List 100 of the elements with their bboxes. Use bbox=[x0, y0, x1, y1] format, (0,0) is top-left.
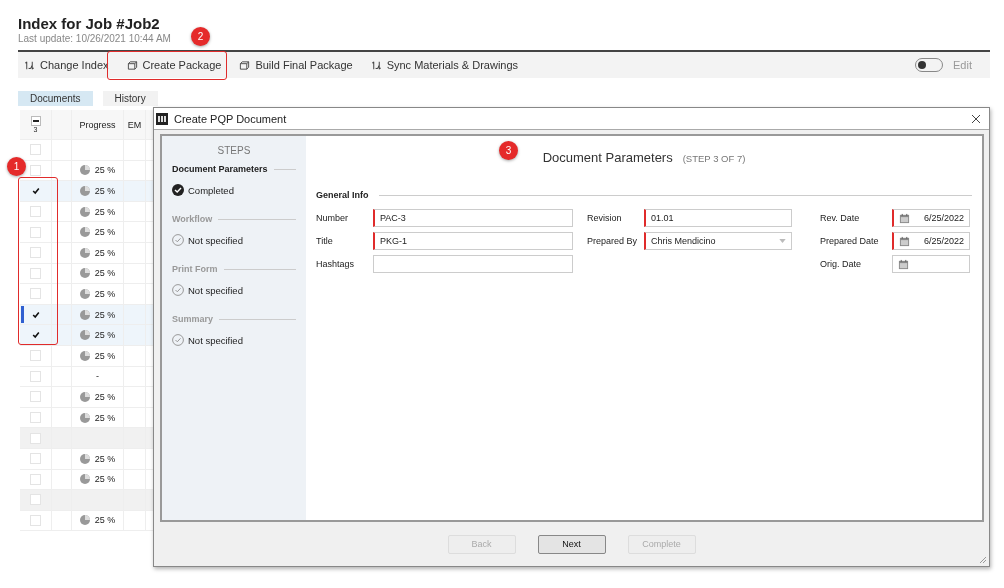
row-checkbox[interactable] bbox=[30, 247, 41, 259]
row-checkbox[interactable] bbox=[30, 309, 41, 321]
row-checkbox[interactable] bbox=[30, 144, 41, 156]
progress-value: 25 % bbox=[94, 391, 116, 402]
calendar-icon bbox=[899, 212, 910, 224]
progress-value: 25 % bbox=[94, 412, 116, 423]
toolbar-button[interactable]: Build Final Package bbox=[233, 54, 359, 76]
page-title: Index for Job #Job2 bbox=[18, 15, 161, 33]
progress-value: 25 % bbox=[94, 268, 116, 279]
step-status: Completed bbox=[188, 184, 234, 196]
field-label: Number bbox=[316, 213, 349, 223]
row-checkbox[interactable] bbox=[30, 515, 41, 526]
box-icon bbox=[126, 59, 138, 71]
row-checkbox[interactable] bbox=[30, 453, 41, 465]
column-header: EM bbox=[127, 119, 142, 130]
sync-icon bbox=[370, 59, 382, 71]
progress-value: 25 % bbox=[94, 288, 116, 299]
dropdown-field[interactable]: Chris Mendicino bbox=[644, 232, 792, 250]
row-checkbox[interactable] bbox=[30, 473, 41, 485]
progress-pie-icon bbox=[79, 515, 90, 526]
progress-pie-icon bbox=[79, 288, 90, 299]
row-checkbox[interactable] bbox=[30, 329, 41, 341]
input-field[interactable]: PAC-3 bbox=[373, 209, 573, 227]
form-heading: Document Parameters bbox=[542, 150, 673, 165]
steps-heading: STEPS bbox=[216, 145, 252, 156]
row-checkbox[interactable] bbox=[30, 432, 41, 444]
step-status: Not specified bbox=[188, 284, 243, 296]
callout-badge: 1 bbox=[7, 157, 26, 176]
column-header: Progress bbox=[79, 119, 116, 130]
progress-pie-icon bbox=[79, 474, 90, 485]
progress-pie-icon bbox=[79, 165, 90, 176]
progress-value: 25 % bbox=[94, 227, 116, 238]
field-label: Rev. Date bbox=[820, 213, 861, 223]
toolbar-button[interactable]: Change Index bbox=[18, 54, 115, 76]
progress-pie-icon bbox=[79, 186, 90, 196]
box-icon bbox=[239, 59, 251, 71]
progress-value: 25 % bbox=[94, 515, 116, 526]
step-counter: (STEP 3 OF 7) bbox=[682, 153, 746, 164]
progress-pie-icon bbox=[79, 412, 90, 423]
progress-value: 25 % bbox=[94, 186, 116, 196]
app-icon bbox=[156, 112, 168, 125]
progress-pie-icon bbox=[79, 268, 90, 279]
row-checkbox[interactable] bbox=[30, 494, 41, 506]
field-label: Prepared By bbox=[587, 236, 639, 246]
progress-value: 25 % bbox=[94, 309, 116, 320]
field-label: Revision bbox=[587, 213, 623, 223]
progress-value: - bbox=[96, 371, 99, 382]
calendar-icon bbox=[899, 235, 910, 247]
progress-pie-icon bbox=[79, 330, 90, 341]
progress-value: 25 % bbox=[94, 247, 116, 258]
progress-value: 25 % bbox=[94, 350, 116, 361]
input-field[interactable] bbox=[373, 255, 573, 273]
last-update-text: Last update: 10/26/2021 10:44 AM bbox=[18, 33, 171, 44]
row-checkbox[interactable] bbox=[30, 412, 41, 423]
toolbar-button[interactable]: Sync Materials & Drawings bbox=[364, 54, 525, 76]
progress-pie-icon bbox=[79, 227, 90, 238]
progress-value: 25 % bbox=[94, 453, 116, 464]
progress-value: 25 % bbox=[94, 165, 116, 176]
footer-button[interactable]: Next bbox=[537, 534, 606, 554]
dialog-title: Create PQP Document bbox=[174, 112, 287, 125]
callout-badge: 2 bbox=[191, 27, 210, 46]
input-field[interactable]: 01.01 bbox=[644, 209, 792, 227]
resize-grip-icon[interactable] bbox=[977, 554, 987, 564]
date-field[interactable] bbox=[892, 255, 970, 273]
sync-icon bbox=[24, 59, 35, 71]
progress-pie-icon bbox=[79, 206, 90, 217]
section-title: General Info bbox=[316, 190, 369, 200]
step-name[interactable]: Document Parameters bbox=[172, 164, 268, 174]
progress-pie-icon bbox=[79, 453, 90, 464]
edit-label: Edit bbox=[953, 59, 972, 71]
progress-value: 25 % bbox=[94, 330, 116, 341]
tab[interactable]: Documents bbox=[18, 91, 93, 106]
progress-pie-icon bbox=[79, 309, 90, 320]
close-icon[interactable] bbox=[971, 113, 981, 124]
progress-value: 25 % bbox=[94, 474, 116, 485]
row-checkbox[interactable] bbox=[30, 370, 41, 382]
field-label: Hashtags bbox=[316, 259, 356, 269]
tab[interactable]: History bbox=[102, 91, 158, 106]
row-checkbox[interactable] bbox=[30, 391, 41, 403]
input-field[interactable]: PKG-1 bbox=[373, 232, 573, 250]
progress-pie-icon bbox=[79, 247, 90, 258]
toolbar-button[interactable]: Create Package bbox=[120, 54, 228, 76]
date-field[interactable]: 6/25/2022 bbox=[892, 209, 970, 227]
row-checkbox[interactable] bbox=[30, 164, 41, 176]
step-status: Not specified bbox=[188, 334, 243, 346]
row-checkbox[interactable] bbox=[30, 267, 41, 279]
field-label: Orig. Date bbox=[820, 259, 862, 269]
progress-value: 25 % bbox=[94, 206, 116, 217]
row-checkbox[interactable] bbox=[30, 206, 41, 218]
row-checkbox[interactable] bbox=[30, 288, 41, 300]
calendar-icon bbox=[898, 258, 909, 270]
progress-pie-icon bbox=[79, 391, 90, 402]
field-label: Prepared Date bbox=[820, 236, 880, 246]
row-checkbox[interactable] bbox=[30, 185, 41, 197]
row-checkbox[interactable] bbox=[30, 350, 41, 362]
select-all-checkbox[interactable] bbox=[30, 115, 41, 126]
caret-icon bbox=[779, 239, 786, 243]
date-field[interactable]: 6/25/2022 bbox=[892, 232, 970, 250]
progress-pie-icon bbox=[79, 350, 90, 361]
row-checkbox[interactable] bbox=[30, 226, 41, 238]
